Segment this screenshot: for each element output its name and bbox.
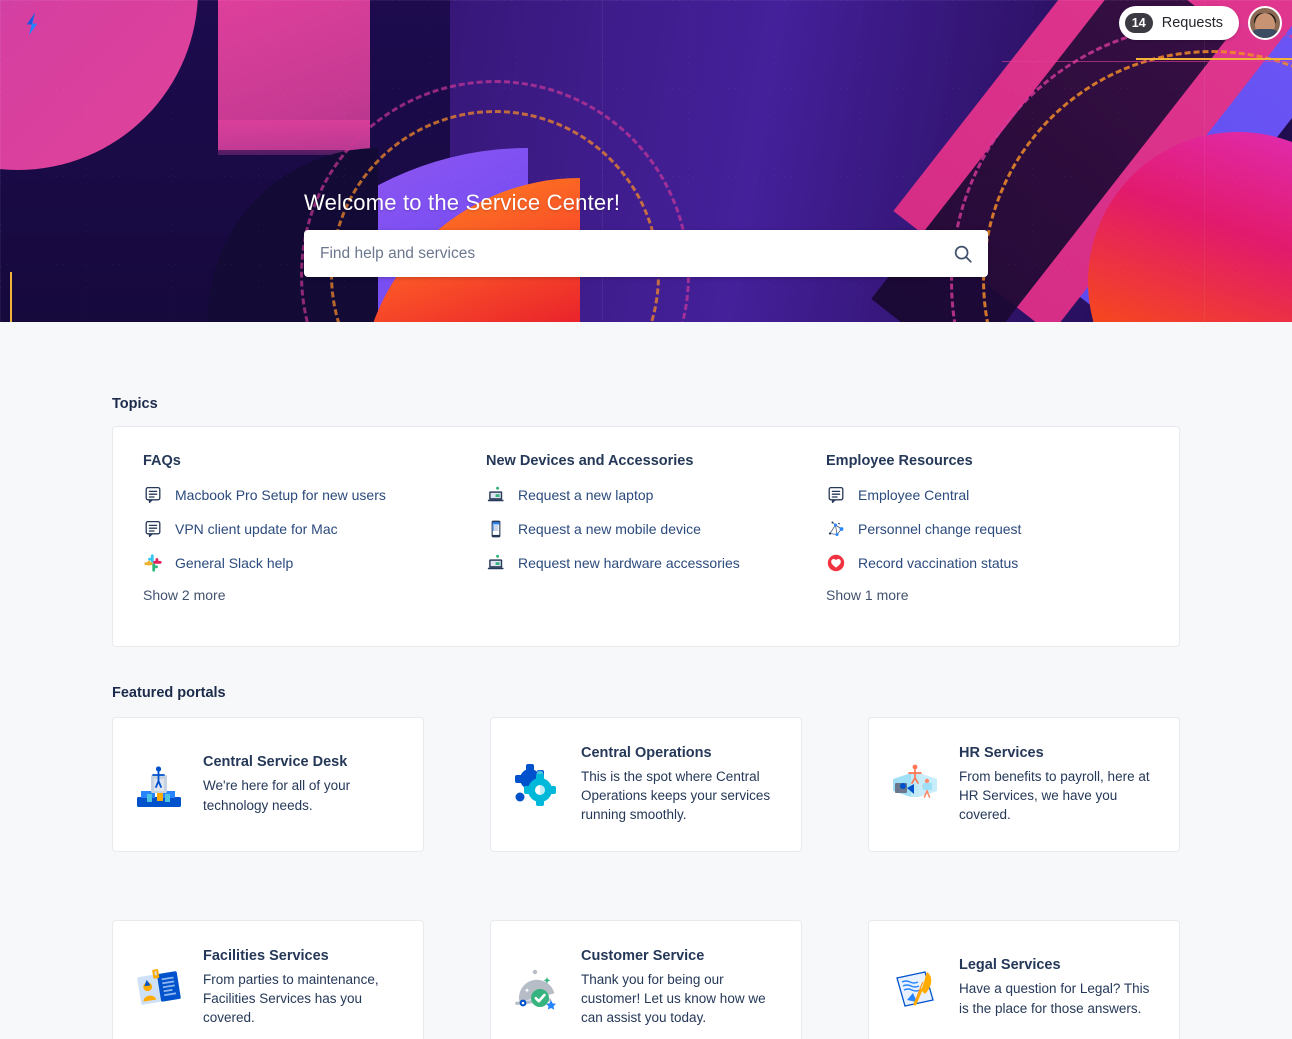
- portal-title: Legal Services: [959, 957, 1061, 974]
- featured-portals-heading: Featured portals: [112, 685, 226, 701]
- portal-title: Central Operations: [581, 744, 712, 761]
- topic-link-personnel-change-request[interactable]: Personnel change request: [826, 519, 1149, 539]
- portal-description: Have a question for Legal? This is the p…: [959, 981, 1150, 1016]
- laptop-icon: [486, 553, 506, 573]
- portal-title: Customer Service: [581, 947, 705, 964]
- heart-shield-icon: [826, 553, 846, 573]
- topic-link-label: VPN client update for Mac: [175, 521, 338, 537]
- topic-link-label: Record vaccination status: [858, 555, 1019, 571]
- article-icon: [826, 485, 846, 505]
- topic-link-record-vaccination-status[interactable]: Record vaccination status: [826, 553, 1149, 573]
- hero-banner: 14 Requests Welcome to the Service Cente…: [0, 0, 1292, 322]
- portal-card-central-service-desk[interactable]: Central Service Desk We're here for all …: [112, 717, 424, 852]
- topic-link-label: Personnel change request: [858, 521, 1022, 537]
- requests-count-badge: 14: [1124, 13, 1153, 33]
- page-title: Welcome to the Service Center!: [304, 190, 621, 215]
- topic-link-label: Macbook Pro Setup for new users: [175, 487, 386, 503]
- portal-title: HR Services: [959, 744, 1044, 761]
- topic-column-title: Employee Resources: [826, 453, 973, 469]
- topic-link-label: Request new hardware accessories: [518, 555, 740, 571]
- topic-link-label: General Slack help: [175, 555, 294, 571]
- topic-link-employee-central[interactable]: Employee Central: [826, 485, 1149, 505]
- topic-column-employee-resources: Employee Resources Employee Central Pers…: [826, 453, 1149, 620]
- search-box[interactable]: [304, 230, 988, 277]
- service-desk-illustration: [131, 757, 187, 813]
- topic-column-new-devices: New Devices and Accessories Request a ne…: [486, 453, 826, 620]
- topic-link-request-new-mobile-device[interactable]: Request a new mobile device: [486, 519, 826, 539]
- id-badge-illustration: [131, 960, 187, 1016]
- slack-icon: [143, 553, 163, 573]
- topic-column-title: FAQs: [143, 453, 181, 469]
- page-body: Topics FAQs Macbook Pro Setup for new us…: [0, 396, 1292, 1039]
- portal-title: Central Service Desk: [203, 754, 348, 771]
- topic-link-request-hardware-accessories[interactable]: Request new hardware accessories: [486, 553, 826, 573]
- topic-link-general-slack-help[interactable]: General Slack help: [143, 553, 486, 573]
- article-icon: [143, 519, 163, 539]
- quill-document-illustration: [887, 960, 943, 1016]
- mobile-device-icon: [486, 519, 506, 539]
- topic-link-request-new-laptop[interactable]: Request a new laptop: [486, 485, 826, 505]
- hr-people-illustration: [887, 757, 943, 813]
- requests-button[interactable]: 14 Requests: [1118, 6, 1239, 40]
- portal-card-hr-services[interactable]: HR Services From benefits to payroll, he…: [868, 717, 1180, 852]
- search-icon[interactable]: [952, 243, 974, 265]
- portal-description: This is the spot where Central Operation…: [581, 768, 771, 823]
- hero-content: Welcome to the Service Center!: [304, 190, 988, 277]
- portal-description: We're here for all of your technology ne…: [203, 778, 351, 813]
- topic-link-macbook-pro-setup[interactable]: Macbook Pro Setup for new users: [143, 485, 486, 505]
- gears-illustration: [509, 757, 565, 813]
- portal-card-legal-services[interactable]: Legal Services Have a question for Legal…: [868, 920, 1180, 1039]
- topic-link-label: Employee Central: [858, 487, 970, 503]
- search-input[interactable]: [304, 230, 988, 277]
- portal-title: Facilities Services: [203, 947, 329, 964]
- requests-label: Requests: [1161, 15, 1223, 31]
- portal-description: From parties to maintenance, Facilities …: [203, 971, 379, 1026]
- topics-card: FAQs Macbook Pro Setup for new users VPN…: [112, 426, 1180, 647]
- portal-card-facilities-services[interactable]: Facilities Services From parties to main…: [112, 920, 424, 1039]
- lightning-bolt-logo[interactable]: [18, 10, 46, 38]
- topic-link-label: Request a new mobile device: [518, 521, 701, 537]
- network-nodes-icon: [826, 519, 846, 539]
- laptop-icon: [486, 485, 506, 505]
- show-more-faqs[interactable]: Show 2 more: [143, 587, 486, 603]
- hero-top-right-actions: 14 Requests: [1118, 6, 1282, 40]
- portal-description: Thank you for being our customer! Let us…: [581, 971, 766, 1026]
- featured-portals-grid: Central Service Desk We're here for all …: [112, 717, 1180, 1039]
- topics-heading: Topics: [112, 396, 158, 412]
- portal-card-customer-service[interactable]: Customer Service Thank you for being our…: [490, 920, 802, 1039]
- topic-link-vpn-client-update[interactable]: VPN client update for Mac: [143, 519, 486, 539]
- topic-column-faqs: FAQs Macbook Pro Setup for new users VPN…: [143, 453, 486, 620]
- portal-card-central-operations[interactable]: Central Operations This is the spot wher…: [490, 717, 802, 852]
- topic-column-title: New Devices and Accessories: [486, 453, 694, 469]
- show-more-employee-resources[interactable]: Show 1 more: [826, 587, 1149, 603]
- article-icon: [143, 485, 163, 505]
- portal-description: From benefits to payroll, here at HR Ser…: [959, 768, 1150, 823]
- avatar[interactable]: [1248, 6, 1282, 40]
- topic-link-label: Request a new laptop: [518, 487, 654, 503]
- cloche-check-illustration: [509, 960, 565, 1016]
